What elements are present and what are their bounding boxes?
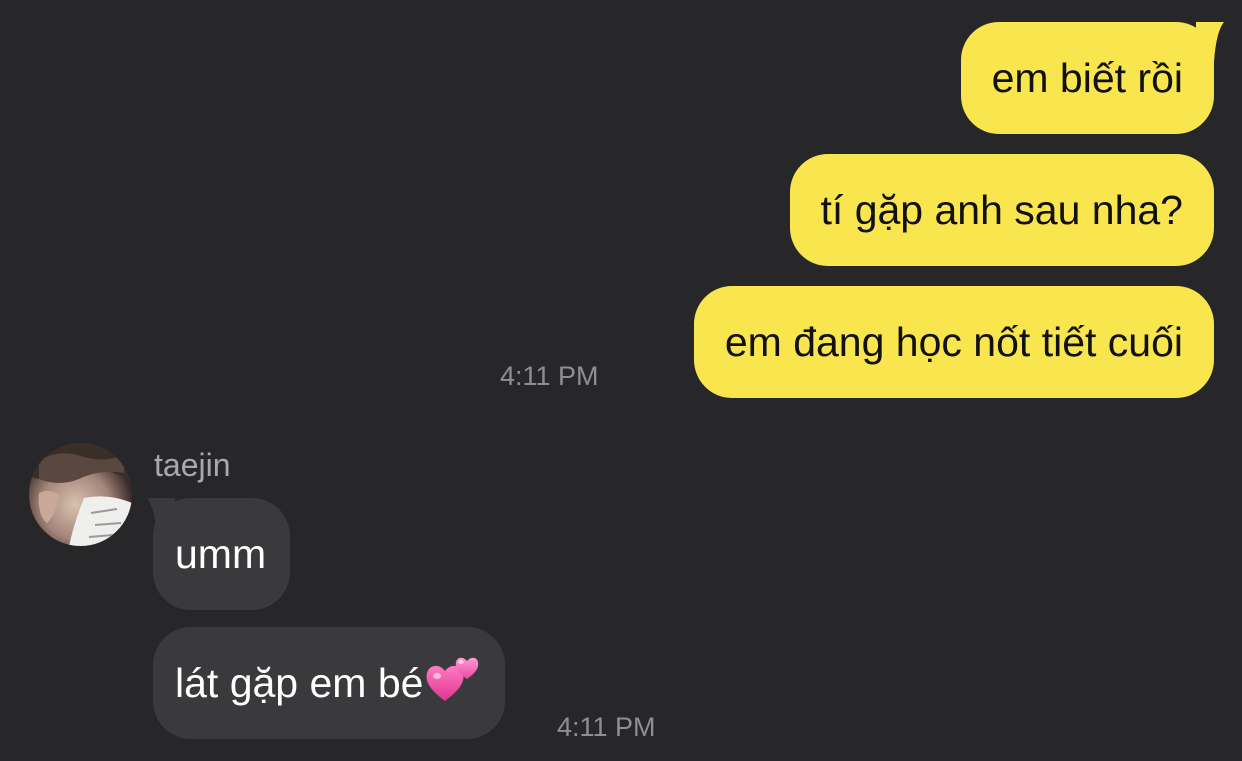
sender-name: taejin — [154, 447, 231, 483]
avatar[interactable] — [29, 443, 132, 546]
message-timestamp: 4:11 PM — [557, 712, 656, 742]
outgoing-message[interactable]: em biết rồi — [960, 22, 1214, 134]
bubble-tail-icon — [1196, 22, 1224, 62]
message-text: em đang học nốt tiết cuối — [724, 318, 1183, 365]
incoming-message[interactable]: lát gặp em bé — [153, 627, 506, 739]
chat-thread: em biết rồi tí gặp anh sau nha? em đang … — [0, 0, 1242, 761]
two-hearts-icon — [426, 657, 479, 701]
incoming-message[interactable]: umm — [153, 498, 291, 610]
message-timestamp: 4:11 PM — [500, 361, 599, 391]
message-text: tí gặp anh sau nha? — [820, 186, 1183, 233]
message-text: umm — [175, 530, 267, 577]
message-text: em biết rồi — [991, 54, 1183, 101]
outgoing-message[interactable]: em đang học nốt tiết cuối — [693, 286, 1214, 398]
outgoing-message[interactable]: tí gặp anh sau nha? — [789, 154, 1214, 266]
avatar-image — [29, 443, 132, 546]
message-text: lát gặp em bé — [175, 659, 424, 706]
